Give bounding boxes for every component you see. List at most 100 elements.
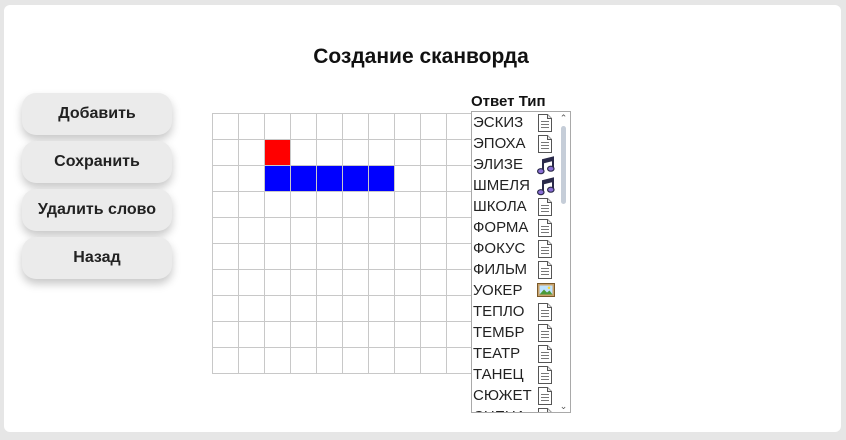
grid-cell[interactable] (369, 192, 395, 218)
grid-cell[interactable] (213, 218, 239, 244)
grid-cell[interactable] (447, 296, 473, 322)
grid-cell[interactable] (213, 192, 239, 218)
grid-cell[interactable] (343, 296, 369, 322)
grid-cell[interactable] (421, 114, 447, 140)
grid-cell[interactable] (447, 270, 473, 296)
add-button[interactable]: Добавить (22, 93, 172, 135)
scroll-thumb[interactable] (561, 126, 566, 204)
grid-cell[interactable] (265, 244, 291, 270)
grid-cell[interactable] (369, 296, 395, 322)
list-item[interactable]: ШКОЛА (472, 196, 560, 217)
grid-cell[interactable] (395, 296, 421, 322)
grid-cell[interactable] (239, 166, 265, 192)
grid-cell[interactable] (291, 348, 317, 374)
list-item[interactable]: ФИЛЬМ (472, 259, 560, 280)
grid-cell[interactable] (317, 348, 343, 374)
grid-cell-filled[interactable] (291, 166, 317, 192)
grid-cell[interactable] (291, 114, 317, 140)
grid-cell[interactable] (421, 166, 447, 192)
scroll-down-arrow-icon[interactable]: ⌄ (558, 400, 569, 412)
list-item[interactable]: ТЕПЛО (472, 301, 560, 322)
grid-cell[interactable] (447, 114, 473, 140)
grid-cell[interactable] (343, 322, 369, 348)
grid-cell[interactable] (395, 244, 421, 270)
grid-cell[interactable] (239, 348, 265, 374)
grid-cell[interactable] (213, 244, 239, 270)
word-list-scrollbar[interactable]: ⌃ ⌄ (558, 112, 569, 412)
grid-cell[interactable] (291, 244, 317, 270)
grid-cell[interactable] (395, 140, 421, 166)
grid-cell[interactable] (343, 218, 369, 244)
grid-cell[interactable] (317, 192, 343, 218)
grid-cell[interactable] (291, 322, 317, 348)
back-button[interactable]: Назад (22, 237, 172, 279)
grid-cell[interactable] (421, 244, 447, 270)
list-item[interactable]: ШМЕЛЯ (472, 175, 560, 196)
grid-cell[interactable] (395, 166, 421, 192)
grid-cell[interactable] (343, 140, 369, 166)
grid-cell[interactable] (213, 166, 239, 192)
list-item[interactable]: СЦЕНА (472, 406, 560, 412)
grid-cell[interactable] (421, 348, 447, 374)
grid-cell[interactable] (291, 140, 317, 166)
grid-cell[interactable] (421, 296, 447, 322)
list-item[interactable]: УОКЕР (472, 280, 560, 301)
grid-cell[interactable] (395, 348, 421, 374)
grid-cell[interactable] (343, 270, 369, 296)
grid-cell[interactable] (213, 348, 239, 374)
grid-cell[interactable] (317, 218, 343, 244)
grid-cell[interactable] (265, 322, 291, 348)
grid-cell[interactable] (421, 218, 447, 244)
grid-cell[interactable] (317, 270, 343, 296)
save-button[interactable]: Сохранить (22, 141, 172, 183)
grid-cell[interactable] (369, 218, 395, 244)
grid-cell[interactable] (265, 114, 291, 140)
grid-cell[interactable] (447, 140, 473, 166)
delete-word-button[interactable]: Удалить слово (22, 189, 172, 231)
grid-cell[interactable] (447, 192, 473, 218)
grid-cell[interactable] (421, 270, 447, 296)
grid-cell[interactable] (421, 322, 447, 348)
grid-cell[interactable] (291, 192, 317, 218)
grid-cell[interactable] (369, 322, 395, 348)
grid-cell[interactable] (343, 192, 369, 218)
grid-cell[interactable] (369, 140, 395, 166)
grid-cell[interactable] (343, 348, 369, 374)
grid-cell[interactable] (213, 322, 239, 348)
list-item[interactable]: ЭСКИЗ (472, 112, 560, 133)
grid-cell[interactable] (213, 140, 239, 166)
grid-cell[interactable] (265, 218, 291, 244)
grid-cell[interactable] (395, 192, 421, 218)
grid-cell[interactable] (421, 140, 447, 166)
grid-cell-filled[interactable] (343, 166, 369, 192)
grid-cell[interactable] (239, 270, 265, 296)
list-item[interactable]: ФОРМА (472, 217, 560, 238)
list-item[interactable]: ТЕАТР (472, 343, 560, 364)
grid-cell[interactable] (395, 114, 421, 140)
list-item[interactable]: ТАНЕЦ (472, 364, 560, 385)
grid-cell[interactable] (265, 348, 291, 374)
grid-cell[interactable] (291, 270, 317, 296)
grid-cell[interactable] (265, 270, 291, 296)
grid-cell[interactable] (239, 114, 265, 140)
grid-cell[interactable] (447, 348, 473, 374)
grid-cell[interactable] (239, 218, 265, 244)
grid-cell[interactable] (369, 270, 395, 296)
list-item[interactable]: СЮЖЕТ (472, 385, 560, 406)
grid-cell[interactable] (343, 114, 369, 140)
grid-cell[interactable] (213, 296, 239, 322)
grid-cell[interactable] (291, 218, 317, 244)
list-item[interactable]: ФОКУС (472, 238, 560, 259)
grid-cell[interactable] (265, 296, 291, 322)
grid-cell[interactable] (317, 296, 343, 322)
grid-cell-filled[interactable] (265, 166, 291, 192)
word-list[interactable]: ЭСКИЗ ЭПОХА ЭЛИЗЕ ШМЕЛЯ ШКОЛА ФОРМА ФОКУС ФИЛЬМ… (471, 111, 571, 413)
grid-cell[interactable] (239, 296, 265, 322)
crossword-grid[interactable] (212, 113, 473, 374)
grid-cell[interactable] (239, 140, 265, 166)
grid-cell[interactable] (265, 192, 291, 218)
scroll-up-arrow-icon[interactable]: ⌃ (558, 112, 569, 124)
grid-cell[interactable] (213, 114, 239, 140)
grid-cell-filled[interactable] (369, 166, 395, 192)
grid-cell[interactable] (213, 270, 239, 296)
